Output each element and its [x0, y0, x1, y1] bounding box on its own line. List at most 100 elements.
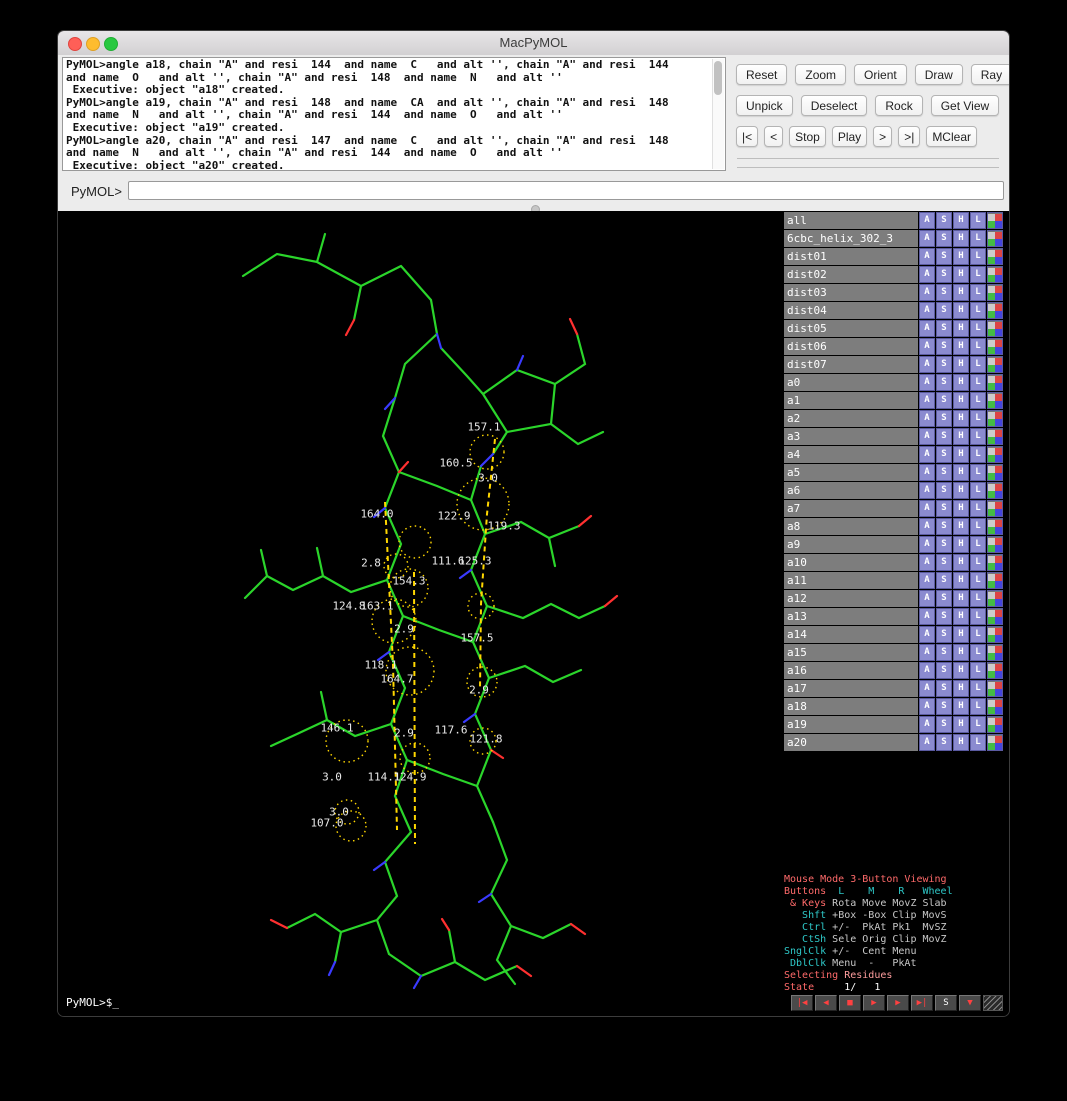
step-back-button[interactable]: ◀	[815, 995, 837, 1011]
object-l-button[interactable]: L	[970, 680, 986, 697]
object-color-button[interactable]	[987, 644, 1003, 661]
object-s-button[interactable]: S	[936, 302, 952, 319]
object-a-button[interactable]: A	[919, 428, 935, 445]
title-bar[interactable]: MacPyMOL	[58, 31, 1009, 56]
step-forward-button[interactable]: ▶	[887, 995, 909, 1011]
object-l-button[interactable]: L	[970, 608, 986, 625]
object-name[interactable]: a12	[784, 590, 918, 607]
log-scrollbar[interactable]	[712, 59, 724, 169]
object-s-button[interactable]: S	[936, 716, 952, 733]
object-l-button[interactable]: L	[970, 410, 986, 427]
object-a-button[interactable]: A	[919, 356, 935, 373]
object-name[interactable]: all	[784, 212, 918, 229]
object-h-button[interactable]: H	[953, 734, 969, 751]
object-a-button[interactable]: A	[919, 464, 935, 481]
object-name[interactable]: a17	[784, 680, 918, 697]
object-color-button[interactable]	[987, 212, 1003, 229]
object-a-button[interactable]: A	[919, 680, 935, 697]
object-name[interactable]: a2	[784, 410, 918, 427]
object-s-button[interactable]: S	[936, 248, 952, 265]
object-l-button[interactable]: L	[970, 356, 986, 373]
object-s-button[interactable]: S	[936, 410, 952, 427]
object-h-button[interactable]: H	[953, 374, 969, 391]
object-h-button[interactable]: H	[953, 446, 969, 463]
stop-button[interactable]: ■	[839, 995, 861, 1011]
object-l-button[interactable]: L	[970, 392, 986, 409]
object-color-button[interactable]	[987, 572, 1003, 589]
toolbar-button-rock[interactable]: Rock	[875, 95, 922, 116]
object-h-button[interactable]: H	[953, 680, 969, 697]
object-l-button[interactable]: L	[970, 572, 986, 589]
object-a-button[interactable]: A	[919, 644, 935, 661]
object-h-button[interactable]: H	[953, 644, 969, 661]
object-name[interactable]: a15	[784, 644, 918, 661]
object-s-button[interactable]: S	[936, 284, 952, 301]
object-l-button[interactable]: L	[970, 338, 986, 355]
object-name[interactable]: a16	[784, 662, 918, 679]
object-l-button[interactable]: L	[970, 428, 986, 445]
object-s-button[interactable]: S	[936, 698, 952, 715]
object-color-button[interactable]	[987, 518, 1003, 535]
object-l-button[interactable]: L	[970, 644, 986, 661]
object-s-button[interactable]: S	[936, 626, 952, 643]
object-name[interactable]: a19	[784, 716, 918, 733]
object-s-button[interactable]: S	[936, 266, 952, 283]
object-l-button[interactable]: L	[970, 626, 986, 643]
object-l-button[interactable]: L	[970, 698, 986, 715]
resize-grip[interactable]	[983, 995, 1003, 1011]
object-color-button[interactable]	[987, 302, 1003, 319]
end-button[interactable]: ▶|	[911, 995, 933, 1011]
viewport-prompt[interactable]: PyMOL>$_	[66, 996, 119, 1009]
object-s-button[interactable]: S	[936, 734, 952, 751]
object-h-button[interactable]: H	[953, 302, 969, 319]
object-color-button[interactable]	[987, 356, 1003, 373]
object-h-button[interactable]: H	[953, 266, 969, 283]
object-s-button[interactable]: S	[936, 608, 952, 625]
object-h-button[interactable]: H	[953, 608, 969, 625]
menu-button[interactable]: ▼	[959, 995, 981, 1011]
object-name[interactable]: dist02	[784, 266, 918, 283]
object-color-button[interactable]	[987, 374, 1003, 391]
object-s-button[interactable]: S	[936, 320, 952, 337]
object-name[interactable]: dist07	[784, 356, 918, 373]
object-name[interactable]: a13	[784, 608, 918, 625]
object-h-button[interactable]: H	[953, 536, 969, 553]
object-h-button[interactable]: H	[953, 338, 969, 355]
toolbar-button-[interactable]: <	[764, 126, 783, 147]
object-h-button[interactable]: H	[953, 698, 969, 715]
object-s-button[interactable]: S	[936, 644, 952, 661]
object-s-button[interactable]: S	[936, 464, 952, 481]
object-h-button[interactable]: H	[953, 248, 969, 265]
toolbar-button-stop[interactable]: Stop	[789, 126, 826, 147]
toolbar-button-orient[interactable]: Orient	[854, 64, 907, 85]
object-a-button[interactable]: A	[919, 212, 935, 229]
object-s-button[interactable]: S	[936, 482, 952, 499]
play-button[interactable]: ▶	[863, 995, 885, 1011]
log-scrollbar-thumb[interactable]	[714, 61, 722, 95]
toolbar-button-[interactable]: >	[873, 126, 892, 147]
object-color-button[interactable]	[987, 734, 1003, 751]
object-s-button[interactable]: S	[936, 572, 952, 589]
object-h-button[interactable]: H	[953, 716, 969, 733]
object-name[interactable]: dist06	[784, 338, 918, 355]
object-color-button[interactable]	[987, 230, 1003, 247]
toolbar-button-deselect[interactable]: Deselect	[801, 95, 868, 116]
toolbar-button-mclear[interactable]: MClear	[926, 126, 977, 147]
object-name[interactable]: dist04	[784, 302, 918, 319]
toolbar-button-get-view[interactable]: Get View	[931, 95, 999, 116]
object-name[interactable]: a18	[784, 698, 918, 715]
molecule-canvas[interactable]	[63, 214, 783, 990]
object-name[interactable]: a3	[784, 428, 918, 445]
object-l-button[interactable]: L	[970, 248, 986, 265]
toolbar-button-unpick[interactable]: Unpick	[736, 95, 793, 116]
object-a-button[interactable]: A	[919, 698, 935, 715]
object-l-button[interactable]: L	[970, 284, 986, 301]
object-color-button[interactable]	[987, 680, 1003, 697]
object-color-button[interactable]	[987, 266, 1003, 283]
object-a-button[interactable]: A	[919, 392, 935, 409]
object-a-button[interactable]: A	[919, 266, 935, 283]
object-h-button[interactable]: H	[953, 662, 969, 679]
object-color-button[interactable]	[987, 338, 1003, 355]
object-h-button[interactable]: H	[953, 464, 969, 481]
object-l-button[interactable]: L	[970, 482, 986, 499]
